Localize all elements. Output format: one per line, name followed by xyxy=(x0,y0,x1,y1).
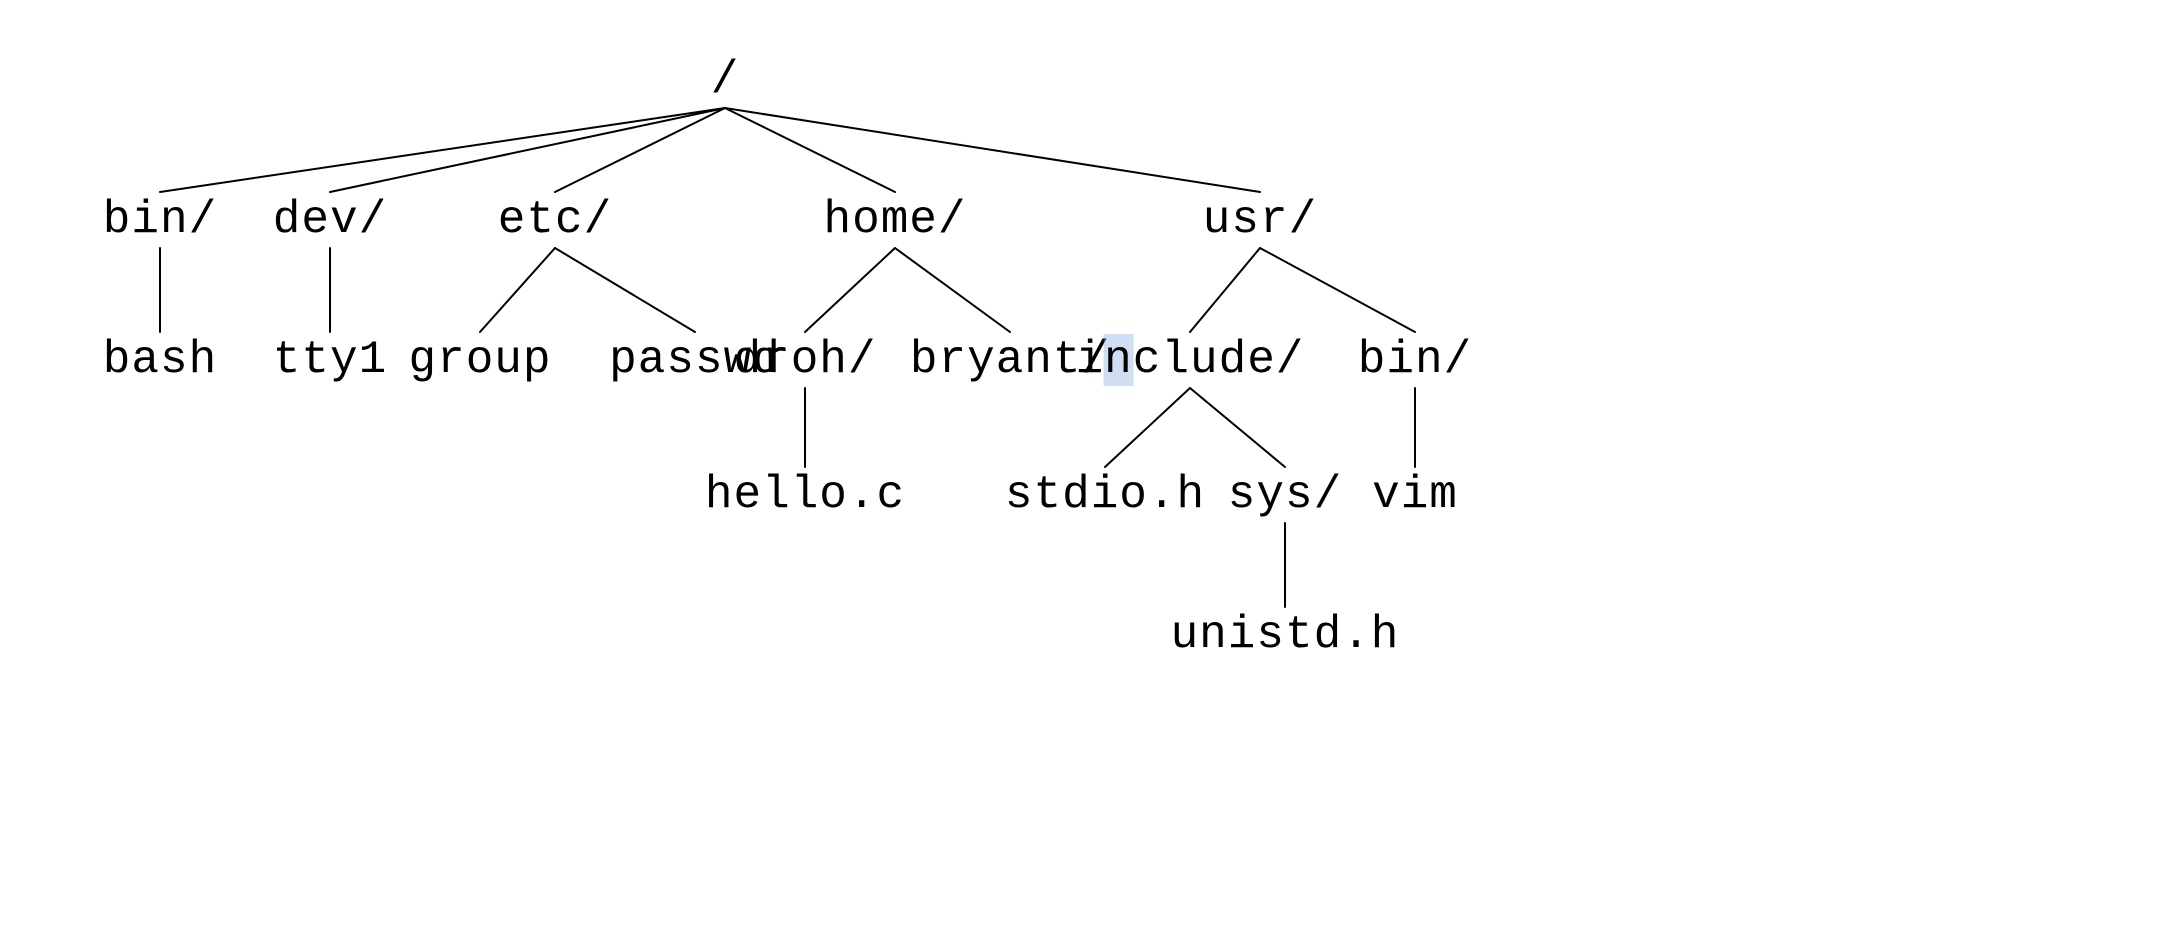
node-bash: bash xyxy=(103,334,217,386)
node-vim: vim xyxy=(1372,469,1458,521)
node-hello-c: hello.c xyxy=(705,469,905,521)
node-dev: dev/ xyxy=(273,194,387,246)
include-highlight: n xyxy=(1103,334,1134,386)
node-stdio-h: stdio.h xyxy=(1005,469,1205,521)
node-include: include/ xyxy=(1076,334,1305,386)
node-usr-bin: bin/ xyxy=(1358,334,1472,386)
node-tty1: tty1 xyxy=(273,334,387,386)
node-root: / xyxy=(711,54,740,106)
node-bin: bin/ xyxy=(103,194,217,246)
node-etc: etc/ xyxy=(498,194,612,246)
node-usr: usr/ xyxy=(1203,194,1317,246)
node-unistd-h: unistd.h xyxy=(1171,609,1400,661)
node-sys: sys/ xyxy=(1228,469,1342,521)
node-group: group xyxy=(408,334,551,386)
node-droh: droh/ xyxy=(733,334,876,386)
node-home: home/ xyxy=(823,194,966,246)
